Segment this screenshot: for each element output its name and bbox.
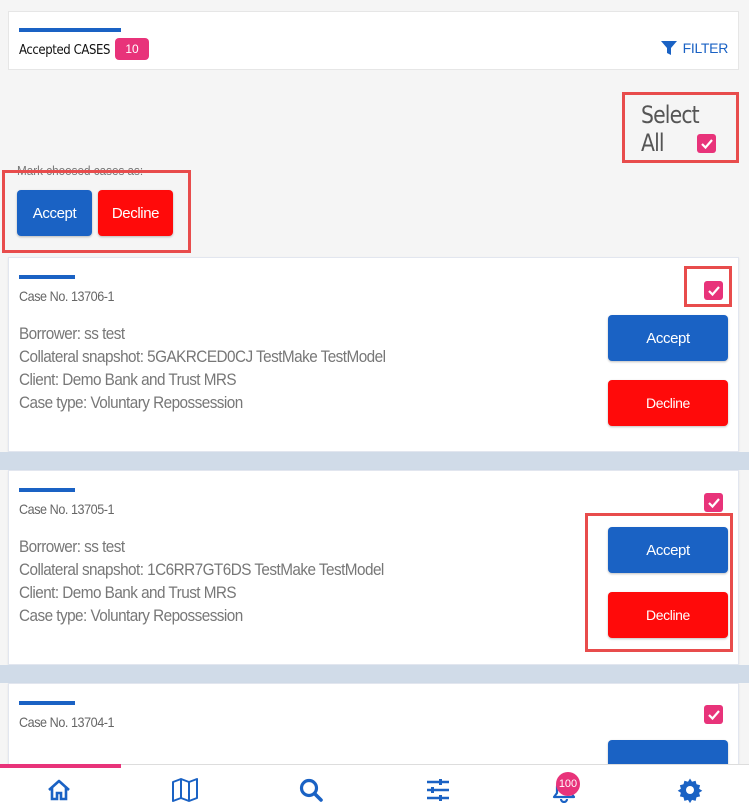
borrower: Borrower: ss test [19,324,125,343]
case-decline-button[interactable]: Decline [608,380,728,426]
active-tab-indicator [19,28,121,32]
page-title: Accepted CASES [19,43,110,58]
case-checkbox[interactable] [704,705,723,724]
case-number: Case No. 13704-1 [19,714,115,730]
gear-icon[interactable] [675,775,705,805]
case-number: Case No. 13706-1 [19,288,115,304]
filter-label: FILTER [682,40,729,56]
bulk-decline-button[interactable]: Decline [98,190,173,236]
home-icon[interactable] [44,775,74,805]
card-accent-line [19,488,75,492]
bulk-accept-button[interactable]: Accept [17,190,92,236]
case-count-badge: 10 [115,38,149,60]
case-number: Case No. 13705-1 [19,501,115,517]
select-all-group: Select All [622,92,739,163]
collateral: Collateral snapshot: 5GAKRCED0CJ TestMak… [19,347,386,366]
sliders-icon[interactable] [423,775,453,805]
case-decline-button[interactable]: Decline [608,592,728,638]
search-icon[interactable] [296,775,326,805]
case-details: Borrower: ss test Collateral snapshot: 5… [19,322,386,414]
borrower: Borrower: ss test [19,537,125,556]
map-icon[interactable] [170,775,200,805]
card-separator [0,452,749,470]
active-nav-indicator [0,764,121,768]
filter-icon [660,41,677,55]
collateral: Collateral snapshot: 1C6RR7GT6DS TestMak… [19,560,384,579]
case-checkbox[interactable] [704,281,723,300]
filter-button[interactable]: FILTER [660,40,729,56]
case-type: Case type: Voluntary Repossession [19,393,243,412]
case-type: Case type: Voluntary Repossession [19,606,243,625]
case-accept-button[interactable]: Accept [608,315,728,361]
notification-badge: 100 [556,772,580,796]
client: Client: Demo Bank and Trust MRS [19,583,237,602]
check-icon [707,497,720,508]
select-all-checkbox[interactable] [697,134,716,153]
check-icon [707,709,720,720]
card-separator [0,665,749,683]
case-details: Borrower: ss test Collateral snapshot: 1… [19,535,384,627]
client: Client: Demo Bank and Trust MRS [19,370,237,389]
check-icon [707,285,720,296]
case-checkbox[interactable] [704,493,723,512]
case-accept-button[interactable]: Accept [608,527,728,573]
card-accent-line [19,275,75,279]
check-icon [700,138,713,149]
bottom-nav [0,764,749,812]
card-accent-line [19,701,75,705]
cases-header: Accepted CASES 10 FILTER [8,11,739,70]
